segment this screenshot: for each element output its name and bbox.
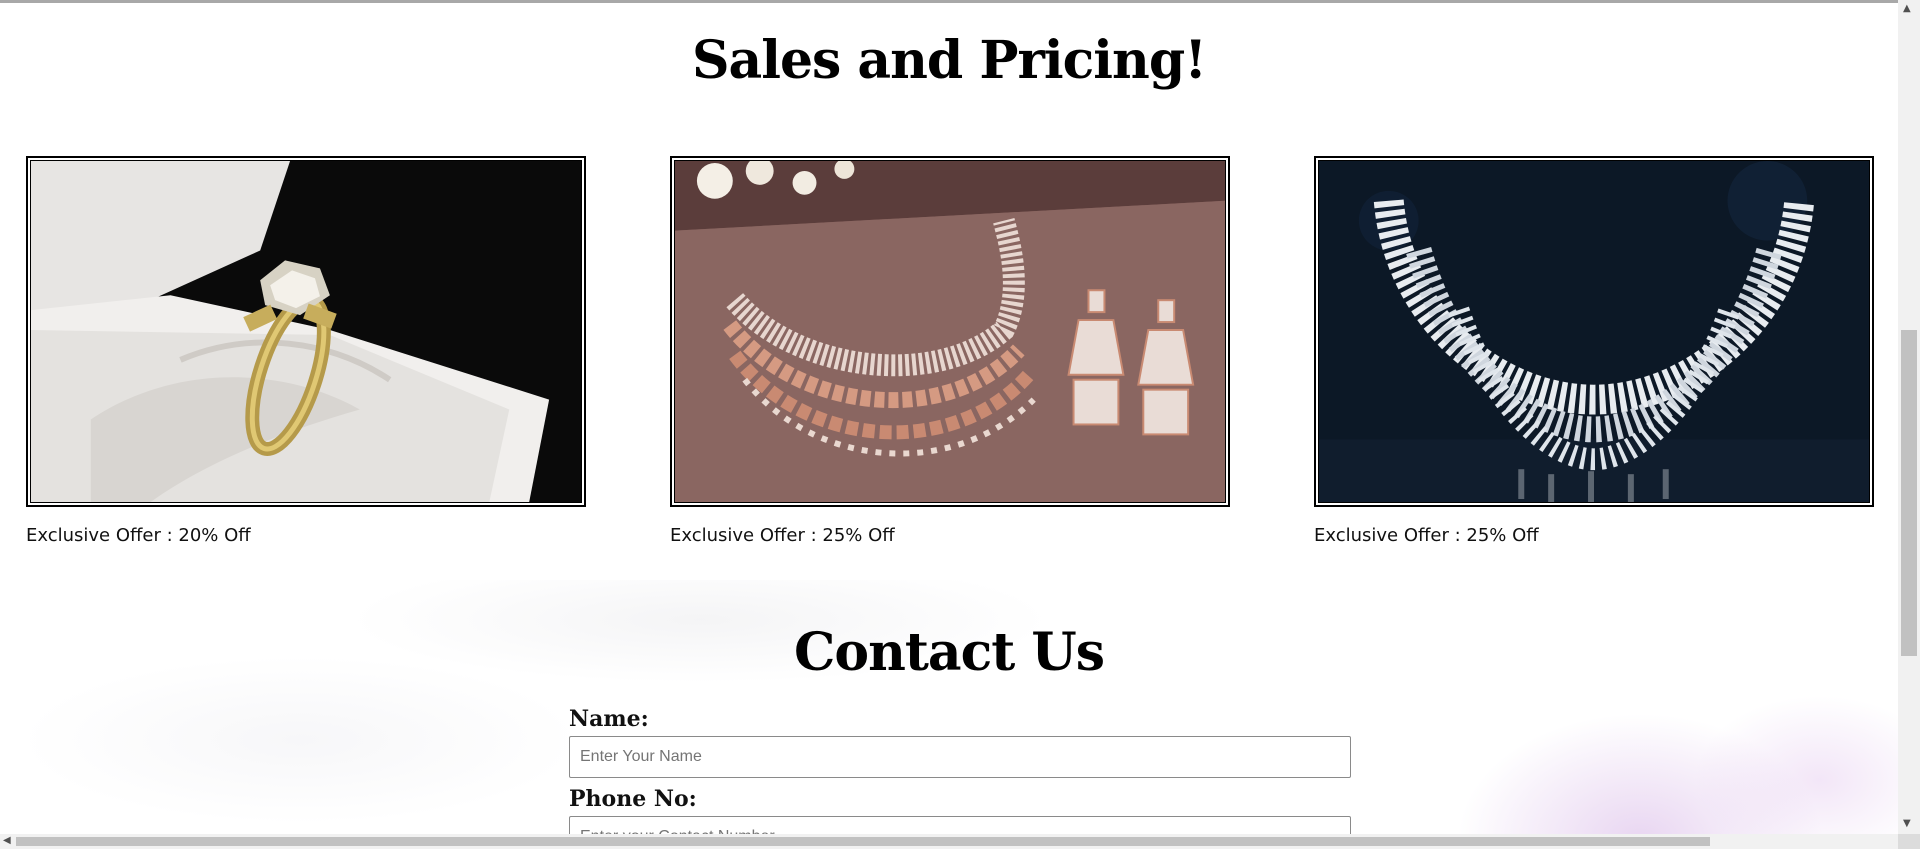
scroll-down-icon[interactable]: ▼	[1903, 818, 1911, 829]
offer-card-diamond-necklace[interactable]: Exclusive Offer : 25% Off	[1314, 156, 1874, 546]
horizontal-scrollbar[interactable]: ◀	[0, 834, 1898, 849]
phone-label: Phone No:	[569, 786, 697, 812]
name-input[interactable]	[569, 736, 1351, 778]
offer-image-frame	[1314, 156, 1874, 507]
name-label: Name:	[569, 706, 649, 732]
contact-form: Name: Phone No:	[569, 706, 1351, 834]
contact-title: Contact Us	[794, 622, 1105, 683]
vertical-scroll-thumb[interactable]	[1901, 330, 1917, 656]
diamond-necklace-image	[1318, 160, 1870, 503]
scroll-left-icon[interactable]: ◀	[3, 835, 11, 846]
offer-image-frame	[26, 156, 586, 507]
necklace-set-image	[674, 160, 1226, 503]
vertical-scrollbar[interactable]: ▲ ▼	[1898, 0, 1920, 834]
offer-image-frame	[670, 156, 1230, 507]
sales-title: Sales and Pricing!	[691, 30, 1207, 91]
phone-input[interactable]	[569, 816, 1351, 834]
page-viewport: Sales and Pricing! Exclusive Offer: 20%…	[0, 0, 1898, 834]
scrollbar-corner	[1898, 834, 1920, 849]
offer-card-necklace-set[interactable]: Exclusive Offer : 25% Off	[670, 156, 1230, 546]
offer-text: Exclusive Offer : 20% Off	[26, 525, 251, 546]
horizontal-scroll-thumb[interactable]	[16, 837, 1710, 846]
offer-text: Exclusive Offer : 25% Off	[1314, 525, 1539, 546]
offer-text: Exclusive Offer : 25% Off	[670, 525, 895, 546]
ring-image	[30, 160, 582, 503]
offer-card-ring[interactable]: Exclusive Offer : 20% Off	[26, 156, 586, 546]
scroll-up-icon[interactable]: ▲	[1903, 3, 1911, 14]
